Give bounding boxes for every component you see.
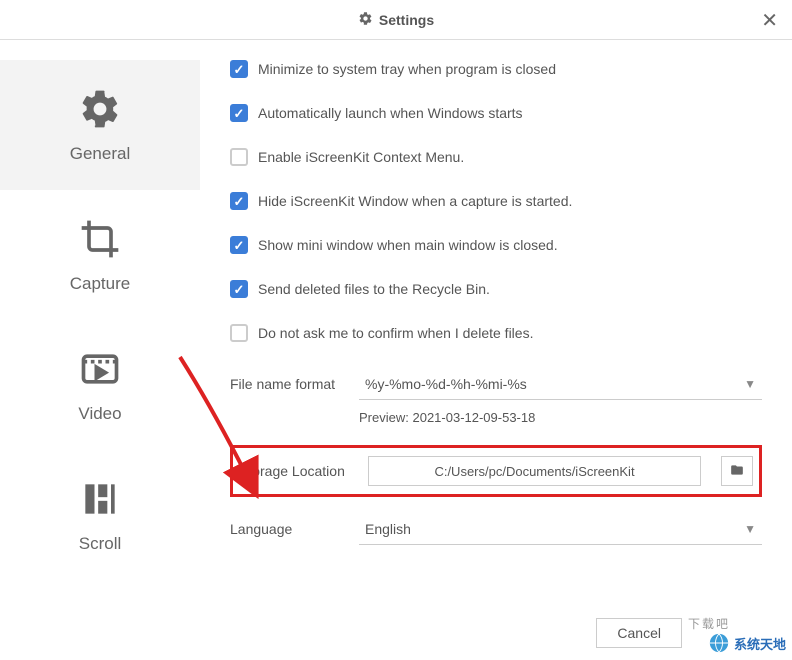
storage-row: Storage Location C:/Users/pc/Documents/i… [239,456,753,486]
storage-highlight: Storage Location C:/Users/pc/Documents/i… [230,445,762,497]
chevron-down-icon: ▼ [744,377,756,391]
titlebar: Settings ✕ [0,0,792,40]
storage-label: Storage Location [239,463,354,479]
checkbox-icon[interactable] [230,280,248,298]
option-autostart[interactable]: Automatically launch when Windows starts [230,104,762,122]
option-minimize[interactable]: Minimize to system tray when program is … [230,60,762,78]
crop-icon [78,217,122,266]
option-label: Minimize to system tray when program is … [258,61,556,77]
language-value: English [365,521,411,537]
option-label: Enable iScreenKit Context Menu. [258,149,464,165]
checkbox-icon[interactable] [230,324,248,342]
close-icon[interactable]: ✕ [761,8,778,33]
checkbox-icon[interactable] [230,60,248,78]
browse-button[interactable] [721,456,753,486]
sidebar-item-label: Scroll [79,534,122,554]
option-label: Do not ask me to confirm when I delete f… [258,325,533,341]
globe-icon [708,632,730,654]
filename-format-row: File name format %y-%mo-%d-%h-%mi-%s ▼ [230,368,762,400]
option-label: Show mini window when main window is clo… [258,237,558,253]
sidebar-item-video[interactable]: Video [0,320,200,450]
storage-input[interactable]: C:/Users/pc/Documents/iScreenKit [368,456,701,486]
filename-format-input[interactable]: %y-%mo-%d-%h-%mi-%s ▼ [359,368,762,400]
sidebar-item-label: Video [78,404,121,424]
window-title: Settings [379,12,434,28]
filename-preview: Preview: 2021-03-12-09-53-18 [359,410,762,425]
language-label: Language [230,521,345,537]
chevron-down-icon: ▼ [744,522,756,536]
cancel-button[interactable]: Cancel [596,618,682,648]
filename-format-value: %y-%mo-%d-%h-%mi-%s [365,376,527,392]
video-icon [78,347,122,396]
settings-content: Minimize to system tray when program is … [200,40,792,660]
language-row: Language English ▼ [230,513,762,545]
option-contextmenu[interactable]: Enable iScreenKit Context Menu. [230,148,762,166]
option-noconfirm[interactable]: Do not ask me to confirm when I delete f… [230,324,762,342]
option-miniwindow[interactable]: Show mini window when main window is clo… [230,236,762,254]
option-recyclebin[interactable]: Send deleted files to the Recycle Bin. [230,280,762,298]
option-label: Hide iScreenKit Window when a capture is… [258,193,572,209]
checkbox-icon[interactable] [230,148,248,166]
checkbox-icon[interactable] [230,104,248,122]
sidebar-item-label: General [70,144,130,164]
option-hidewindow[interactable]: Hide iScreenKit Window when a capture is… [230,192,762,210]
language-select[interactable]: English ▼ [359,513,762,545]
option-label: Automatically launch when Windows starts [258,105,523,121]
watermark: 系统天地 [708,632,786,654]
checkbox-icon[interactable] [230,192,248,210]
storage-value: C:/Users/pc/Documents/iScreenKit [434,464,634,479]
gear-icon [78,87,122,136]
checkbox-icon[interactable] [230,236,248,254]
option-label: Send deleted files to the Recycle Bin. [258,281,490,297]
sidebar-item-scroll[interactable]: Scroll [0,450,200,580]
scroll-icon [78,477,122,526]
folder-icon [729,463,745,480]
gear-icon [358,11,373,29]
sidebar-item-general[interactable]: General [0,60,200,190]
watermark-faint: 下载吧 [688,615,730,632]
sidebar-item-capture[interactable]: Capture [0,190,200,320]
sidebar-item-label: Capture [70,274,130,294]
filename-format-label: File name format [230,376,345,392]
sidebar: General Capture Video Scroll [0,40,200,660]
